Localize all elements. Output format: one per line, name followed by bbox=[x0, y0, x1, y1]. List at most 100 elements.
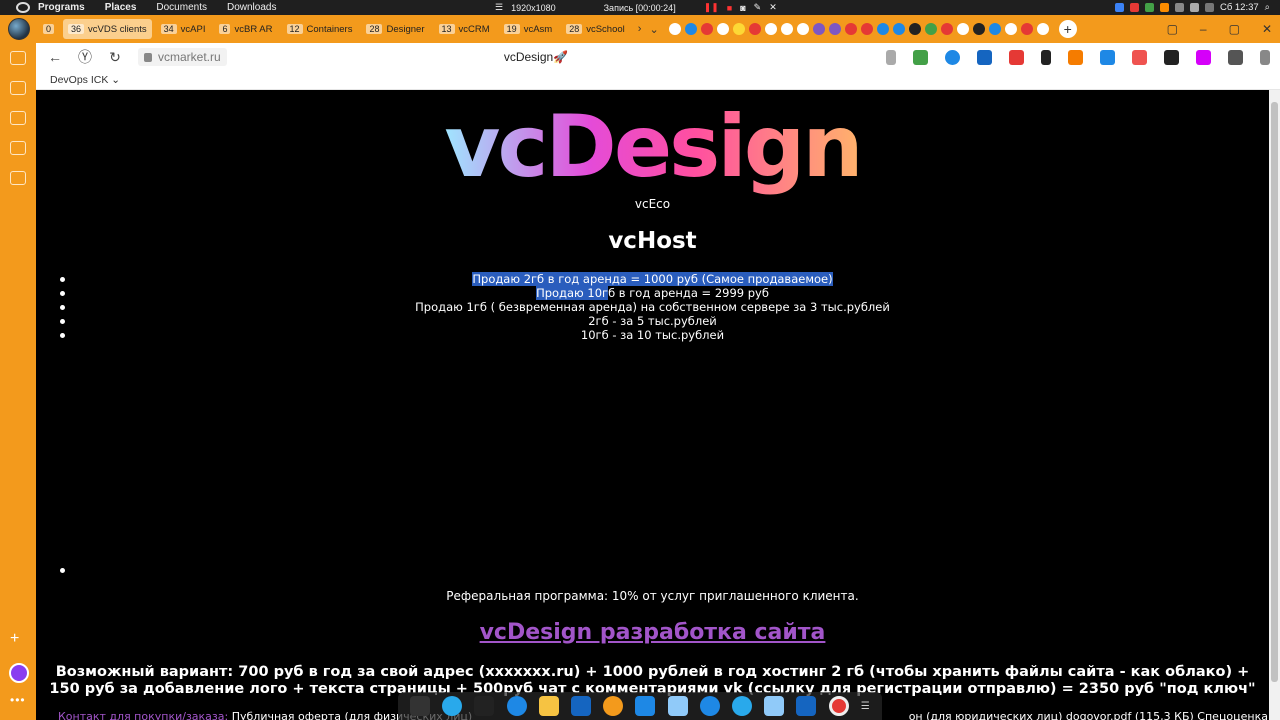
tab-scroll-right-icon[interactable]: › bbox=[638, 23, 642, 35]
close-window-icon[interactable]: ✕ bbox=[1262, 22, 1272, 36]
tab-favicon[interactable] bbox=[796, 23, 809, 35]
chevron-down-icon[interactable]: ⌄ bbox=[649, 23, 658, 36]
tray-app-icon[interactable] bbox=[1129, 3, 1139, 12]
record-icon[interactable] bbox=[828, 696, 849, 716]
news-icon[interactable] bbox=[699, 696, 720, 716]
scrollbar-thumb[interactable] bbox=[1271, 102, 1278, 682]
tab-favicon[interactable] bbox=[892, 23, 905, 35]
contact-link[interactable]: Контакт для покупки/заказа: bbox=[58, 710, 228, 720]
tab-favicon[interactable] bbox=[764, 23, 777, 35]
onedrive-icon[interactable] bbox=[571, 696, 592, 716]
files-icon[interactable] bbox=[538, 696, 559, 716]
tab-favicon[interactable] bbox=[924, 23, 937, 35]
volume-icon[interactable] bbox=[1189, 3, 1199, 12]
tab-favicon[interactable] bbox=[716, 23, 729, 35]
tab-group-designer[interactable]: 28 Designer bbox=[361, 19, 429, 39]
menu-places[interactable]: Places bbox=[105, 2, 137, 13]
translate-icon[interactable] bbox=[1100, 49, 1115, 65]
system-logo-icon[interactable] bbox=[16, 2, 30, 13]
wifi-icon[interactable] bbox=[1174, 3, 1184, 12]
tray-app-icon[interactable] bbox=[1159, 3, 1169, 12]
telegram-icon[interactable] bbox=[442, 696, 463, 716]
tray-app-icon[interactable] bbox=[1114, 3, 1124, 12]
page-scrollbar[interactable] bbox=[1269, 90, 1280, 720]
tabs-menu-icon[interactable]: ▢ bbox=[1167, 22, 1178, 36]
menu-downloads[interactable]: Downloads bbox=[227, 2, 276, 13]
tab-favicon[interactable] bbox=[812, 23, 825, 35]
tab-favicon[interactable] bbox=[956, 23, 969, 35]
tab-group-vcbr-ar[interactable]: 6 vcBR AR bbox=[214, 19, 277, 39]
tab-favicon[interactable] bbox=[748, 23, 761, 35]
new-tab-button[interactable]: + bbox=[1058, 20, 1077, 38]
tab-favicon[interactable] bbox=[684, 23, 697, 35]
shield-icon[interactable] bbox=[1009, 49, 1024, 65]
terminal-icon[interactable] bbox=[410, 696, 431, 716]
tab-favicon[interactable] bbox=[780, 23, 793, 35]
app-icon[interactable] bbox=[764, 696, 785, 716]
tray-app-icon[interactable] bbox=[1144, 3, 1154, 12]
download-extension-icon[interactable] bbox=[913, 49, 928, 65]
tab-favicon[interactable] bbox=[1004, 23, 1017, 35]
pause-icon[interactable]: ❚❚ bbox=[704, 2, 719, 13]
extension-icon[interactable] bbox=[1196, 49, 1211, 65]
url-text[interactable]: vcmarket.ru bbox=[158, 50, 221, 64]
counter-icon[interactable] bbox=[10, 141, 26, 155]
contract-link[interactable]: он (для юридических лиц) dogovor.pdf (11… bbox=[909, 710, 1268, 720]
tab-group-vcschool[interactable]: 28 vcSchool bbox=[561, 19, 630, 39]
tab-favicon[interactable] bbox=[860, 23, 873, 35]
app-icon[interactable] bbox=[667, 696, 688, 716]
metamask-icon[interactable] bbox=[1068, 49, 1083, 65]
tab-favicon[interactable] bbox=[844, 23, 857, 35]
app-icon[interactable] bbox=[796, 696, 817, 716]
tab-favicon[interactable] bbox=[668, 23, 681, 35]
maximize-icon[interactable]: ▢ bbox=[1229, 22, 1240, 36]
extensions-menu-icon[interactable] bbox=[1228, 49, 1243, 65]
hamburger-icon[interactable]: ☰ bbox=[495, 2, 503, 13]
tab-group-containers[interactable]: 12 Containers bbox=[282, 19, 358, 39]
telegram-icon[interactable] bbox=[731, 696, 752, 716]
tab-group-0[interactable]: 0 bbox=[38, 19, 59, 39]
search-icon[interactable]: ⌕ bbox=[1265, 2, 1270, 13]
tab-favicon[interactable] bbox=[732, 23, 745, 35]
tab-favicon[interactable] bbox=[908, 23, 921, 35]
terminal-icon[interactable] bbox=[474, 696, 495, 716]
tab-favicon[interactable] bbox=[972, 23, 985, 35]
yandex-browser-icon[interactable] bbox=[603, 696, 624, 716]
screenshot-icon[interactable] bbox=[10, 171, 26, 185]
dock-menu-icon[interactable]: ☰ bbox=[861, 701, 870, 712]
extension-icon[interactable] bbox=[1041, 49, 1051, 65]
tab-favicon[interactable] bbox=[700, 23, 713, 35]
back-arrow-icon[interactable]: ← bbox=[44, 49, 66, 65]
add-panel-icon[interactable]: + bbox=[10, 630, 19, 648]
tab-group-vccrm[interactable]: 13 vcCRM bbox=[434, 19, 495, 39]
url-field[interactable]: vcmarket.ru bbox=[138, 48, 227, 66]
vcdesign-link[interactable]: vcDesign разработка сайта bbox=[36, 620, 1269, 645]
alice-assistant-icon[interactable] bbox=[9, 663, 29, 683]
battery-icon[interactable] bbox=[1204, 3, 1214, 12]
tab-favicon[interactable] bbox=[1020, 23, 1033, 35]
extension-icon[interactable] bbox=[945, 49, 960, 65]
more-icon[interactable]: ••• bbox=[10, 693, 26, 707]
tab-favicon[interactable] bbox=[988, 23, 1001, 35]
cart-icon[interactable] bbox=[977, 49, 992, 65]
video-icon[interactable] bbox=[10, 111, 26, 125]
app-icon[interactable] bbox=[506, 696, 527, 716]
tab-group-vcasm[interactable]: 19 vcAsm bbox=[499, 19, 558, 39]
stop-icon[interactable]: ■ bbox=[727, 3, 732, 13]
close-icon[interactable]: ✕ bbox=[769, 2, 777, 13]
bookmark-icon[interactable] bbox=[886, 49, 896, 65]
tab-favicon[interactable] bbox=[828, 23, 841, 35]
browser-logo-icon[interactable] bbox=[8, 18, 30, 40]
history-icon[interactable] bbox=[10, 51, 26, 65]
collections-icon[interactable] bbox=[10, 81, 26, 95]
lock-icon[interactable] bbox=[144, 52, 152, 62]
minimize-icon[interactable]: – bbox=[1200, 22, 1207, 36]
pen-icon[interactable]: ✎ bbox=[754, 2, 762, 13]
bookmark-folder-devops[interactable]: DevOps ICK ⌄ bbox=[50, 74, 120, 86]
menu-programs[interactable]: Programs bbox=[38, 2, 85, 13]
tab-favicon[interactable] bbox=[940, 23, 953, 35]
tab-favicon[interactable] bbox=[1036, 23, 1049, 35]
app-icon[interactable] bbox=[635, 696, 656, 716]
settings-menu-icon[interactable] bbox=[1260, 49, 1270, 65]
clock[interactable]: Сб 12:37 bbox=[1220, 2, 1259, 13]
